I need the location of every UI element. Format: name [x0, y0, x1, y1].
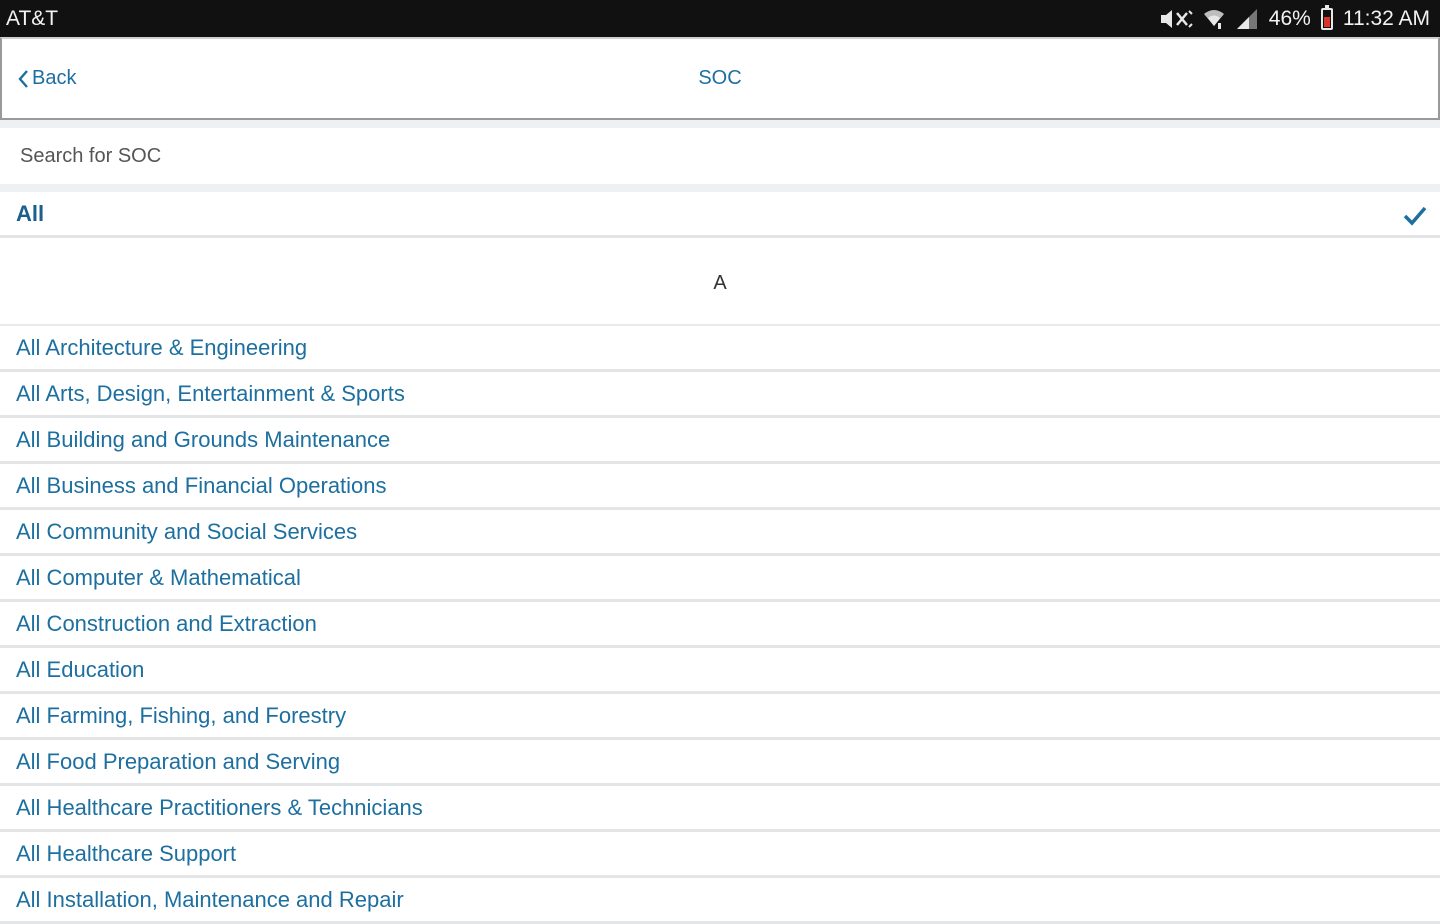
- list-item-label: All Architecture & Engineering: [16, 334, 308, 360]
- list-item[interactable]: All Healthcare Support: [0, 832, 1440, 878]
- battery-percent: 46%: [1268, 6, 1311, 30]
- list-item[interactable]: All Education: [0, 648, 1440, 694]
- clock: 11:32 AM: [1342, 6, 1430, 30]
- list-item-label: All Community and Social Services: [16, 518, 358, 544]
- wifi-icon: [1203, 8, 1225, 30]
- mute-icon: [1159, 8, 1193, 30]
- list-item-all[interactable]: All: [0, 192, 1440, 238]
- section-letter: A: [713, 271, 727, 294]
- list-item-label: All Construction and Extraction: [16, 610, 317, 636]
- status-icons: 46% 11:32 AM: [1159, 4, 1430, 31]
- list-item-label: All Healthcare Support: [16, 840, 237, 866]
- list-item[interactable]: All Community and Social Services: [0, 510, 1440, 556]
- page-title: SOC: [698, 67, 742, 89]
- battery-icon: [1320, 4, 1333, 30]
- list-item-label: All Arts, Design, Entertainment & Sports: [16, 380, 405, 406]
- list-item[interactable]: All Computer & Mathematical: [0, 556, 1440, 602]
- list-item[interactable]: All Building and Grounds Maintenance: [0, 418, 1440, 464]
- list-item[interactable]: All Farming, Fishing, and Forestry: [0, 694, 1440, 740]
- list-item[interactable]: All Business and Financial Operations: [0, 464, 1440, 510]
- list-item[interactable]: All Food Preparation and Serving: [0, 740, 1440, 786]
- list-item-label: All Farming, Fishing, and Forestry: [16, 702, 347, 728]
- search-bar: [0, 120, 1440, 192]
- nav-bar: Back SOC: [0, 37, 1440, 120]
- search-input[interactable]: [0, 128, 1440, 184]
- list-item[interactable]: All Construction and Extraction: [0, 602, 1440, 648]
- list-item-label: All Education: [16, 656, 145, 682]
- list-item[interactable]: All Installation, Maintenance and Repair: [0, 878, 1440, 924]
- carrier-label: AT&T: [6, 6, 59, 30]
- section-header: A: [0, 238, 1440, 326]
- list-item[interactable]: All Healthcare Practitioners & Technicia…: [0, 786, 1440, 832]
- status-bar: AT&T 46% 11:32 AM: [0, 0, 1440, 37]
- list-item-label: All Healthcare Practitioners & Technicia…: [16, 794, 423, 820]
- list-item-label: All Food Preparation and Serving: [16, 748, 341, 774]
- category-list: All Architecture & Engineering All Arts,…: [0, 326, 1440, 924]
- list-item-label: All Computer & Mathematical: [16, 564, 301, 590]
- list-item-label: All Building and Grounds Maintenance: [16, 426, 391, 452]
- signal-icon: [1235, 8, 1259, 30]
- list-item-label: All Business and Financial Operations: [16, 472, 387, 498]
- list-item[interactable]: All Arts, Design, Entertainment & Sports: [0, 372, 1440, 418]
- checkmark-icon: [1403, 206, 1427, 226]
- list-item-label: All: [16, 200, 45, 226]
- list-item[interactable]: All Architecture & Engineering: [0, 326, 1440, 372]
